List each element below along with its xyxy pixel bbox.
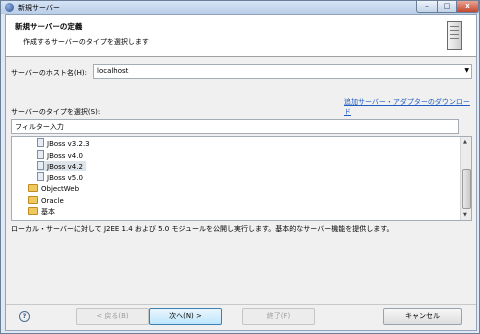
dialog-window: 新規サーバー – □ x 新規サーバーの定義 作成するサーバーのタイプを選択しま…	[0, 0, 480, 334]
server-type-description: ローカル・サーバーに対して J2EE 1.4 および 5.0 モジュールを公開し…	[11, 225, 394, 233]
maximize-button[interactable]: □	[437, 1, 457, 13]
tree-item-jboss-50[interactable]: JBoss v5.0	[37, 172, 83, 182]
close-icon: x	[465, 2, 470, 10]
scroll-up-icon[interactable]: ▲	[463, 139, 467, 145]
banner-title: 新規サーバーの定義	[15, 22, 83, 31]
next-button[interactable]: 次へ(N) >	[149, 308, 222, 325]
jboss-icon	[37, 161, 44, 170]
filter-placeholder: フィルター入力	[15, 123, 64, 131]
chevron-down-icon[interactable]: ▼	[464, 67, 469, 74]
tree-item-jboss-42[interactable]: JBoss v4.2	[37, 161, 86, 171]
help-icon[interactable]: ?	[19, 311, 30, 322]
wizard-banner: 新規サーバーの定義 作成するサーバーのタイプを選択します	[6, 15, 476, 57]
server-type-tree[interactable]: JBoss v3.2.3 JBoss v4.0 JBoss v4.2 JBoss…	[11, 136, 472, 221]
maximize-icon: □	[443, 2, 451, 10]
tree-scrollbar[interactable]: ▲ ▼	[460, 137, 471, 220]
finish-button[interactable]: 終了(F)	[242, 308, 315, 325]
host-name-combo[interactable]: localhost ▼	[93, 64, 472, 79]
scrollbar-thumb[interactable]	[462, 169, 471, 209]
eclipse-icon	[5, 3, 14, 12]
banner-description: 作成するサーバーのタイプを選択します	[23, 38, 149, 46]
folder-icon	[28, 184, 38, 192]
title-bar: 新規サーバー – □ x	[1, 1, 479, 14]
footer-divider	[6, 304, 476, 305]
host-name-value: localhost	[97, 67, 129, 75]
download-adapters-link[interactable]: 追加サーバー・アダプターのダウンロード	[344, 97, 476, 117]
jboss-icon	[37, 138, 44, 147]
cancel-button[interactable]: キャンセル	[383, 308, 462, 325]
dialog-body: 新規サーバーの定義 作成するサーバーのタイプを選択します サーバーのホスト名(H…	[5, 14, 477, 331]
tree-item-jboss-40[interactable]: JBoss v4.0	[37, 150, 83, 160]
back-button[interactable]: < 戻る(B)	[76, 308, 149, 325]
minimize-button[interactable]: –	[416, 1, 438, 13]
jboss-icon	[37, 172, 44, 181]
server-icon	[447, 21, 462, 50]
close-button[interactable]: x	[456, 1, 479, 13]
tree-item-basic[interactable]: 基本	[28, 207, 55, 217]
filter-input[interactable]: フィルター入力	[11, 119, 459, 134]
window-title: 新規サーバー	[18, 4, 60, 12]
minimize-icon: –	[425, 2, 429, 10]
folder-icon	[28, 207, 38, 215]
tree-item-oracle[interactable]: Oracle	[28, 196, 64, 206]
folder-icon	[28, 196, 38, 204]
scroll-down-icon[interactable]: ▼	[463, 212, 467, 218]
host-name-label: サーバーのホスト名(H):	[11, 69, 88, 77]
jboss-icon	[37, 150, 44, 159]
tree-item-jboss-323[interactable]: JBoss v3.2.3	[37, 138, 90, 148]
server-type-label: サーバーのタイプを選択(S):	[11, 108, 101, 116]
tree-item-objectweb[interactable]: ObjectWeb	[28, 184, 79, 194]
